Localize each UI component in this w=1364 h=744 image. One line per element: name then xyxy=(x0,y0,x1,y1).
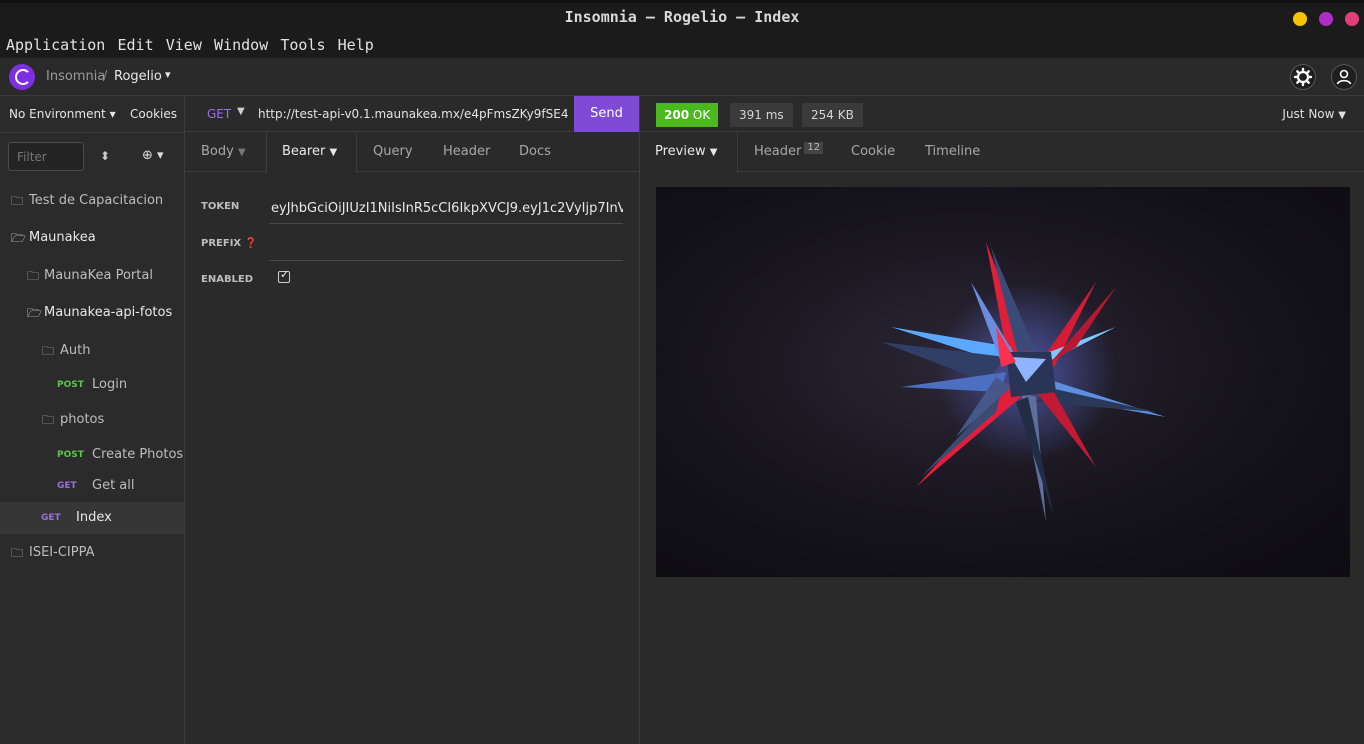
url-input[interactable]: http://test-api-v0.1.maunakea.mx/e4pFmsZ… xyxy=(258,107,568,121)
tab-preview[interactable]: Preview ▼ xyxy=(640,132,738,173)
tab-docs[interactable]: Docs xyxy=(519,132,551,172)
prefix-label: PREFIX ❓ xyxy=(201,238,258,249)
response-pane: 200 OK 391 ms 254 KB Just Now ▼ Preview … xyxy=(640,96,1364,744)
folder-isei-cippa[interactable]: 🗀 ISEI-CIPPA xyxy=(0,536,184,570)
folder-icon: 🗀 xyxy=(42,344,55,358)
gear-icon xyxy=(1293,67,1313,87)
folder-icon: 🗀 xyxy=(42,413,55,427)
menu-application[interactable]: Application xyxy=(6,36,105,54)
window-title: Insomnia – Rogelio – Index xyxy=(564,8,800,26)
settings-button[interactable] xyxy=(1290,64,1316,90)
token-underline xyxy=(269,223,623,224)
chevron-down-icon[interactable]: ▼ xyxy=(237,106,245,117)
chevron-down-icon: ▼ xyxy=(237,147,246,158)
request-login[interactable]: POST Login xyxy=(0,368,184,402)
folder-test-de-capacitacion[interactable]: 🗀 Test de Capacitacion xyxy=(0,184,184,218)
enabled-checkbox[interactable] xyxy=(278,268,290,283)
insomnia-logo-icon[interactable] xyxy=(9,64,35,90)
folder-maunakea[interactable]: 🗁 Maunakea xyxy=(0,221,184,255)
method-badge: POST xyxy=(57,380,84,390)
workspace-header: Insomnia / Rogelio ▾ xyxy=(0,58,1364,96)
tab-query[interactable]: Query xyxy=(373,132,413,172)
divider xyxy=(0,132,184,133)
title-bar: Insomnia – Rogelio – Index xyxy=(0,0,1364,34)
cookies-button[interactable]: Cookies xyxy=(130,107,177,121)
folder-open-icon: 🗁 xyxy=(11,231,26,245)
chevron-down-icon: ▼ xyxy=(329,147,338,158)
tab-body[interactable]: Body ▼ xyxy=(201,132,246,172)
folder-photos[interactable]: 🗀 photos xyxy=(0,403,184,437)
folder-maunakea-portal[interactable]: 🗀 MaunaKea Portal xyxy=(0,259,184,293)
history-dropdown[interactable]: Just Now ▼ xyxy=(1282,107,1346,121)
prefix-input[interactable] xyxy=(271,238,623,256)
tab-header[interactable]: Header xyxy=(443,132,490,172)
folder-auth[interactable]: 🗀 Auth xyxy=(0,334,184,368)
folder-icon: 🗀 xyxy=(27,269,40,283)
workspace-name[interactable]: Rogelio xyxy=(114,69,162,84)
method-badge: POST xyxy=(57,450,84,460)
folder-icon: 🗀 xyxy=(11,546,24,560)
tab-cookie[interactable]: Cookie xyxy=(851,132,895,172)
method-badge: GET xyxy=(41,513,61,523)
token-input[interactable]: eyJhbGciOiJIUzI1NiIsInR5cCI6IkpXVCJ9.eyJ… xyxy=(271,201,623,216)
header-count-badge: 12 xyxy=(804,142,824,154)
send-button[interactable]: Send xyxy=(574,96,639,132)
sidebar: No Environment ▾ Cookies ⬍ ⊕ ▾ 🗀 Test de… xyxy=(0,96,185,744)
response-size: 254 KB xyxy=(802,103,863,127)
close-button[interactable] xyxy=(1345,12,1359,26)
menu-edit[interactable]: Edit xyxy=(117,36,153,54)
method-badge: GET xyxy=(57,481,77,491)
token-label: TOKEN xyxy=(201,201,240,212)
menu-tools[interactable]: Tools xyxy=(280,36,325,54)
abstract-crystal-image xyxy=(881,242,1166,522)
tab-timeline[interactable]: Timeline xyxy=(925,132,980,172)
add-menu-icon[interactable]: ⊕ ▾ xyxy=(142,148,164,163)
menu-window[interactable]: Window xyxy=(214,36,268,54)
minimize-button[interactable] xyxy=(1293,12,1307,26)
filter-input[interactable] xyxy=(8,142,84,171)
request-create-photos[interactable]: POST Create Photos xyxy=(0,438,184,472)
menu-bar: Application Edit View Window Tools Help xyxy=(0,34,1364,58)
response-time: 391 ms xyxy=(730,103,793,127)
response-image-preview xyxy=(656,187,1350,577)
request-index[interactable]: GET Index xyxy=(0,502,184,534)
menu-help[interactable]: Help xyxy=(338,36,374,54)
response-tabs: Preview ▼ Header 12 Cookie Timeline xyxy=(640,132,1364,173)
prefix-underline xyxy=(269,260,623,261)
request-tabs: Body ▼ Bearer ▼ Query Header Docs xyxy=(185,132,639,173)
folder-maunakea-api-fotos[interactable]: 🗁 Maunakea-api-fotos xyxy=(0,296,184,330)
menu-view[interactable]: View xyxy=(166,36,202,54)
request-pane: GET ▼ http://test-api-v0.1.maunakea.mx/e… xyxy=(185,96,640,744)
account-button[interactable] xyxy=(1331,64,1357,90)
request-get-all[interactable]: GET Get all xyxy=(0,469,184,503)
sort-icon[interactable]: ⬍ xyxy=(100,149,110,163)
environment-selector[interactable]: No Environment ▾ xyxy=(9,107,116,121)
method-selector[interactable]: GET xyxy=(207,107,231,121)
folder-icon: 🗀 xyxy=(11,194,24,208)
chevron-down-icon: ▼ xyxy=(1338,110,1346,121)
user-icon xyxy=(1336,69,1352,85)
url-bar: GET ▼ http://test-api-v0.1.maunakea.mx/e… xyxy=(185,96,639,132)
help-icon[interactable]: ❓ xyxy=(245,238,257,249)
status-badge: 200 OK xyxy=(656,103,719,127)
breadcrumb-app[interactable]: Insomnia xyxy=(46,69,105,84)
chevron-down-icon[interactable]: ▾ xyxy=(165,68,171,81)
maximize-button[interactable] xyxy=(1319,12,1333,26)
response-status-bar: 200 OK 391 ms 254 KB Just Now ▼ xyxy=(640,96,1364,132)
tab-bearer[interactable]: Bearer ▼ xyxy=(266,132,357,173)
breadcrumb-separator: / xyxy=(103,69,108,84)
folder-open-icon: 🗁 xyxy=(27,306,42,320)
tab-response-header[interactable]: Header 12 xyxy=(754,132,824,172)
enabled-label: ENABLED xyxy=(201,274,254,285)
chevron-down-icon: ▼ xyxy=(709,147,718,158)
